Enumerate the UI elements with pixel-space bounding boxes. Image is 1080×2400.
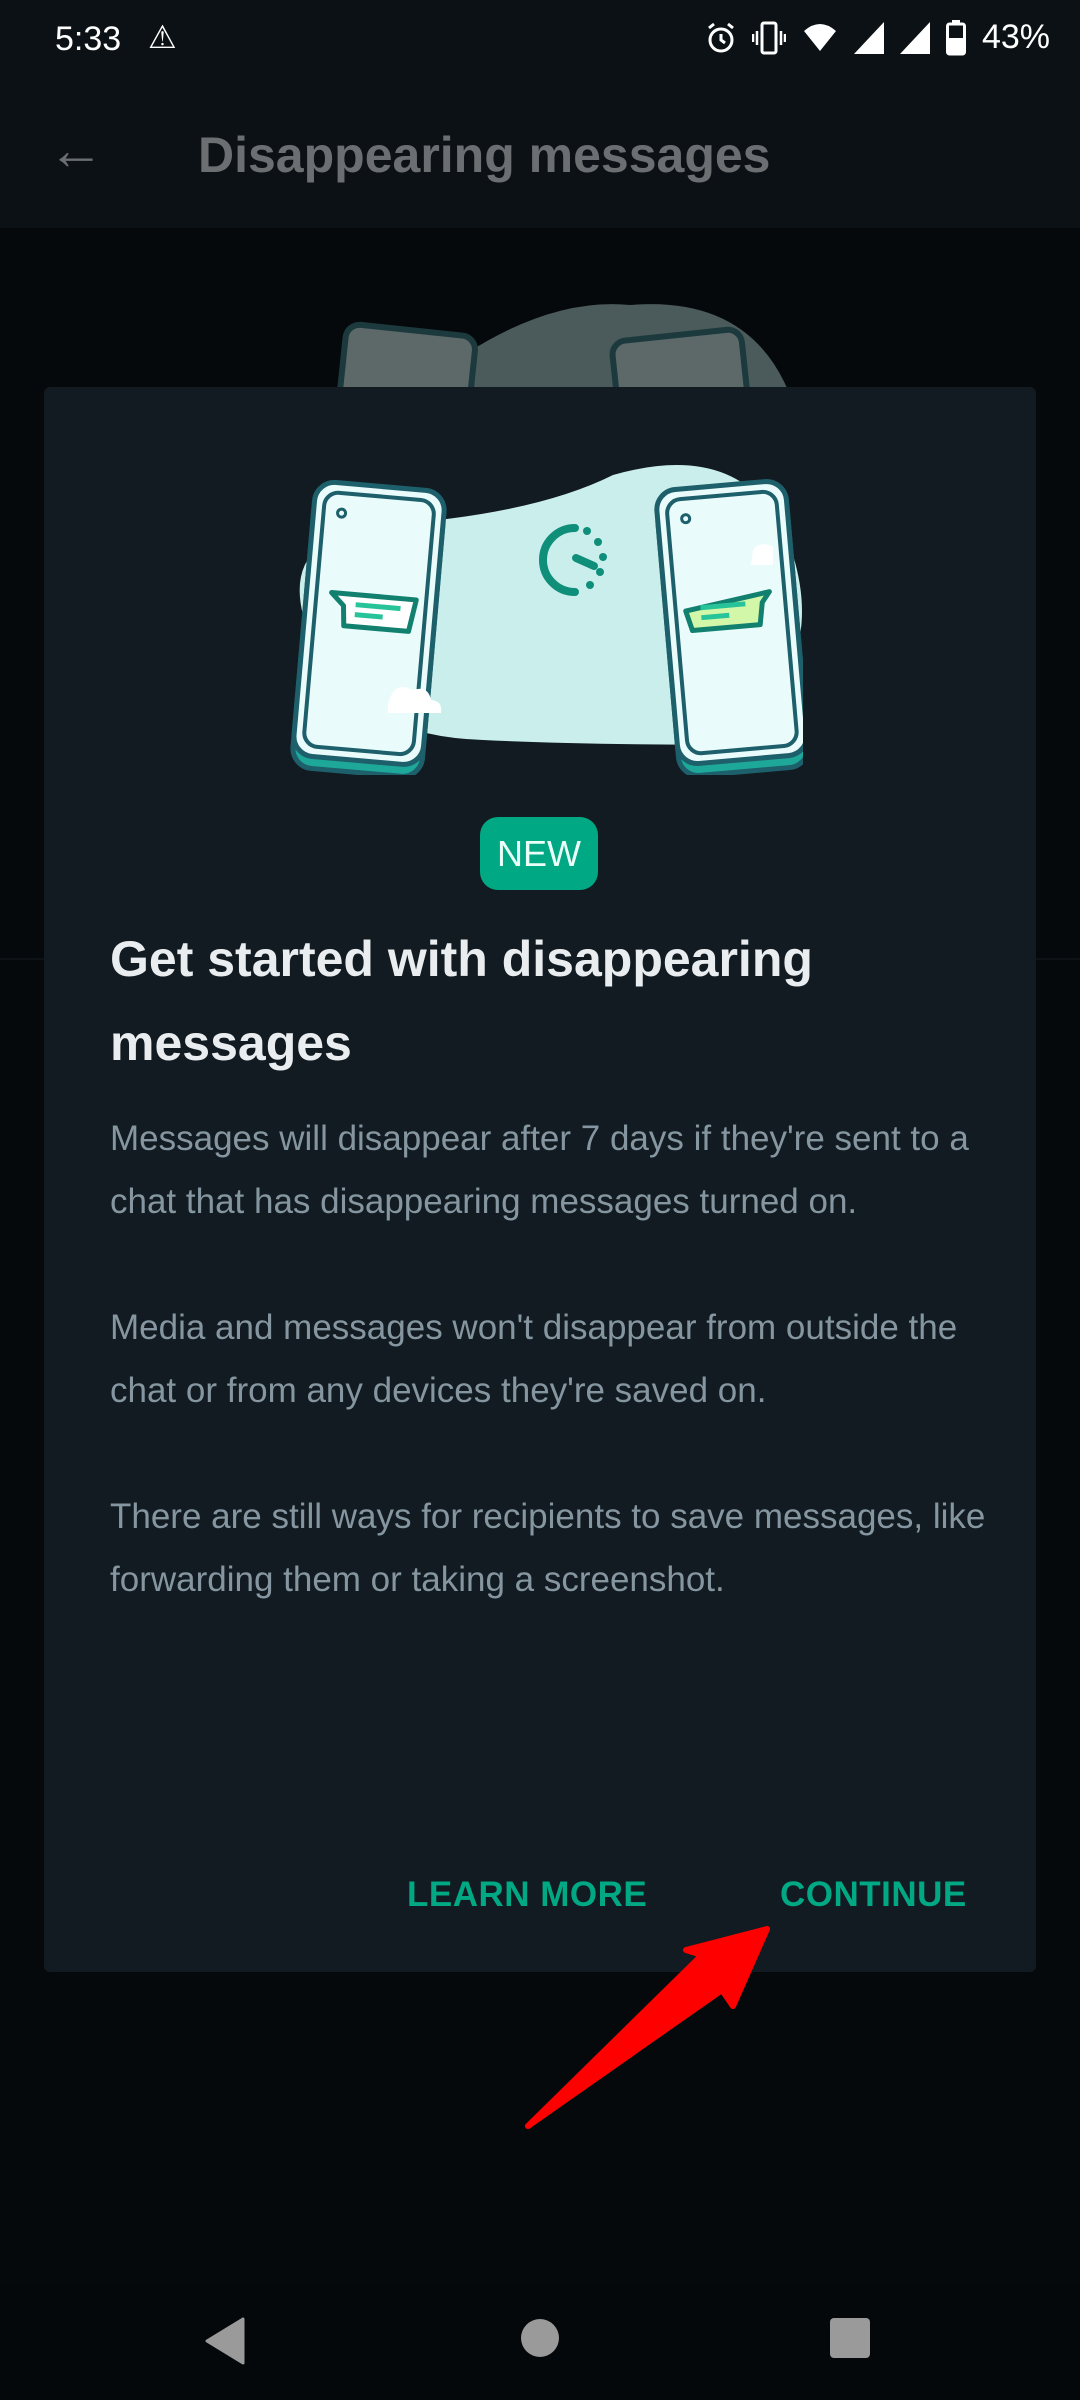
nav-back-icon[interactable] [205, 2317, 245, 2365]
nav-home-icon[interactable] [519, 2317, 561, 2359]
nav-recents-icon[interactable] [829, 2317, 871, 2359]
navigation-bar [0, 2285, 1080, 2400]
red-arrow-annotation [525, 1926, 770, 2129]
